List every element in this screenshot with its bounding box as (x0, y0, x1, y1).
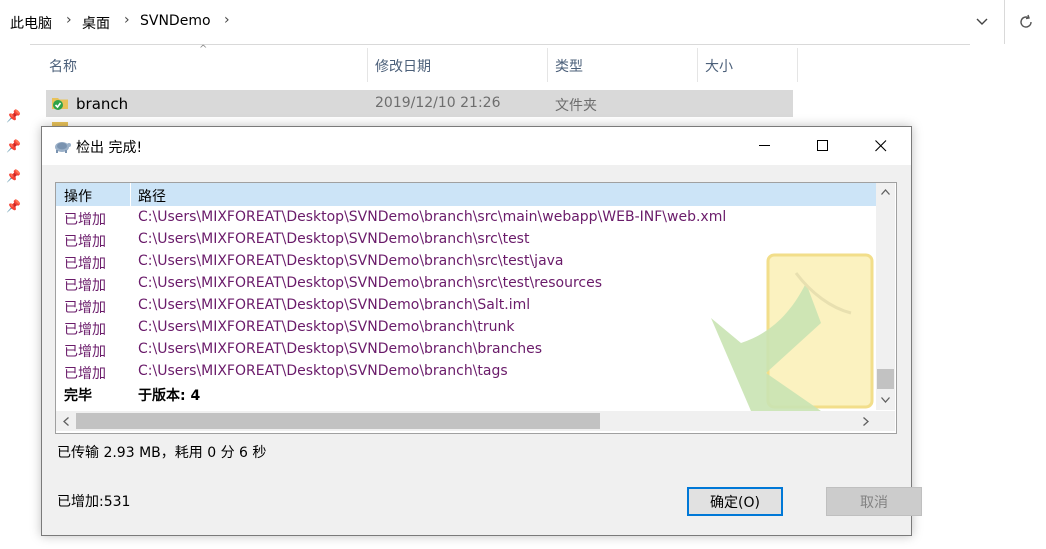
column-header-date[interactable]: 修改日期 (375, 56, 431, 76)
horizontal-scroll-thumb[interactable] (76, 413, 600, 429)
svn-folder-icon (52, 98, 68, 110)
action-cell: 已增加 (64, 234, 106, 250)
close-button[interactable] (852, 127, 910, 165)
column-header-size[interactable]: 大小 (705, 56, 733, 76)
file-name: branch (76, 95, 129, 113)
action-cell: 已增加 (64, 278, 106, 294)
dialog-title: 检出 完成! (76, 140, 143, 156)
minimize-icon (759, 145, 770, 146)
column-header-name[interactable]: 名称 (49, 56, 77, 76)
path-cell: C:\Users\MIXFOREAT\Desktop\SVNDemo\branc… (138, 275, 603, 291)
breadcrumb-desktop[interactable]: 桌面 (82, 13, 110, 33)
action-cell: 已增加 (64, 322, 106, 338)
pin-icon[interactable]: 📌 (6, 139, 21, 153)
scrollbar-corner (876, 411, 895, 431)
pin-icon[interactable]: 📌 (6, 109, 21, 123)
added-count: 已增加:531 (57, 494, 131, 510)
column-divider[interactable] (797, 48, 798, 82)
transfer-status: 已传输 2.93 MB，耗用 0 分 6 秒 (57, 445, 267, 461)
list-item-completed[interactable]: 完毕 于版本: 4 (56, 382, 876, 404)
file-date: 2019/12/10 21:26 (375, 95, 501, 111)
scroll-down-icon[interactable] (876, 391, 895, 408)
ok-button[interactable]: 确定(O) (687, 487, 783, 516)
tortoisesvn-icon (55, 142, 71, 153)
list-header: 操作 路径 (56, 183, 876, 206)
action-cell: 已增加 (64, 212, 106, 228)
breadcrumb-svndemo[interactable]: SVNDemo (140, 13, 211, 29)
action-cell: 已增加 (64, 366, 106, 382)
maximize-icon (817, 140, 828, 151)
pin-icon[interactable]: 📌 (6, 199, 21, 213)
path-cell: C:\Users\MIXFOREAT\Desktop\SVNDemo\branc… (138, 297, 531, 313)
chevron-down-icon (976, 18, 988, 25)
chevron-right-icon[interactable]: › (66, 12, 72, 28)
list-item[interactable]: 已增加 C:\Users\MIXFOREAT\Desktop\SVNDemo\b… (56, 250, 876, 272)
chevron-right-icon[interactable]: › (124, 12, 130, 28)
file-row-branch[interactable]: branch 2019/12/10 21:26 文件夹 (46, 90, 793, 117)
scroll-right-icon[interactable] (856, 413, 875, 430)
refresh-button[interactable] (1004, 0, 1046, 44)
vertical-scrollbar[interactable] (876, 183, 895, 410)
horizontal-scrollbar[interactable] (56, 411, 876, 431)
column-divider[interactable] (547, 48, 548, 82)
header-divider[interactable] (130, 183, 131, 206)
action-cell: 已增加 (64, 344, 106, 360)
column-header-path[interactable]: 路径 (138, 186, 166, 206)
scroll-up-icon[interactable] (876, 183, 895, 200)
path-cell: C:\Users\MIXFOREAT\Desktop\SVNDemo\branc… (138, 363, 508, 379)
list-item[interactable]: 已增加 C:\Users\MIXFOREAT\Desktop\SVNDemo\b… (56, 206, 876, 228)
column-header-type[interactable]: 类型 (555, 56, 583, 76)
scroll-left-icon[interactable] (56, 413, 75, 430)
action-cell: 完毕 (64, 388, 92, 404)
path-cell: C:\Users\MIXFOREAT\Desktop\SVNDemo\branc… (138, 209, 727, 225)
sort-ascending-icon: ^ (199, 44, 208, 55)
chevron-right-icon[interactable]: › (224, 12, 230, 28)
address-bar[interactable]: 此电脑 › 桌面 › SVNDemo › (0, 0, 1000, 45)
list-item[interactable]: 已增加 C:\Users\MIXFOREAT\Desktop\SVNDemo\b… (56, 338, 876, 360)
minimize-button[interactable] (736, 127, 794, 165)
file-type: 文件夹 (555, 98, 597, 114)
action-cell: 已增加 (64, 256, 106, 272)
breadcrumb-this-pc[interactable]: 此电脑 (10, 13, 52, 33)
history-dropdown-button[interactable] (964, 0, 1000, 44)
revision-cell: 于版本: 4 (138, 388, 201, 404)
close-icon (875, 140, 887, 152)
refresh-icon (1020, 14, 1032, 28)
vertical-scroll-thumb[interactable] (877, 369, 894, 389)
path-cell: C:\Users\MIXFOREAT\Desktop\SVNDemo\branc… (138, 319, 515, 335)
list-item[interactable]: 已增加 C:\Users\MIXFOREAT\Desktop\SVNDemo\b… (56, 294, 876, 316)
path-cell: C:\Users\MIXFOREAT\Desktop\SVNDemo\branc… (138, 341, 542, 357)
list-item[interactable]: 已增加 C:\Users\MIXFOREAT\Desktop\SVNDemo\b… (56, 272, 876, 294)
checkout-log-list[interactable]: 操作 路径 已增加 C:\Users\MIXFOREAT\Desktop\SVN… (55, 182, 897, 434)
list-item[interactable]: 已增加 C:\Users\MIXFOREAT\Desktop\SVNDemo\b… (56, 228, 876, 250)
action-cell: 已增加 (64, 300, 106, 316)
column-divider[interactable] (697, 48, 698, 82)
cancel-button[interactable]: 取消 (826, 487, 922, 516)
checkout-dialog: 检出 完成! 操作 路径 已增加 C:\Users\MIXFOREAT\Desk… (41, 126, 922, 536)
maximize-button[interactable] (794, 127, 852, 165)
pin-icon[interactable]: 📌 (6, 169, 21, 183)
column-header-action[interactable]: 操作 (64, 186, 92, 206)
navigation-pane: 📌 📌 📌 📌 (0, 44, 30, 549)
path-cell: C:\Users\MIXFOREAT\Desktop\SVNDemo\branc… (138, 231, 530, 247)
column-divider[interactable] (367, 48, 368, 82)
list-item[interactable]: 已增加 C:\Users\MIXFOREAT\Desktop\SVNDemo\b… (56, 316, 876, 338)
dialog-titlebar[interactable]: 检出 完成! (42, 127, 911, 165)
path-cell: C:\Users\MIXFOREAT\Desktop\SVNDemo\branc… (138, 253, 564, 269)
list-item[interactable]: 已增加 C:\Users\MIXFOREAT\Desktop\SVNDemo\b… (56, 360, 876, 382)
